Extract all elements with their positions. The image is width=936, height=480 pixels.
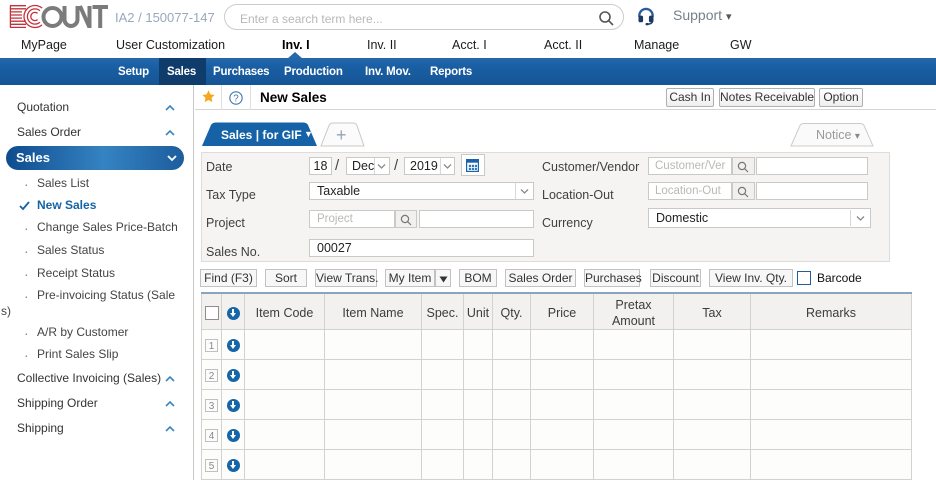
svg-text:?: ? bbox=[233, 93, 239, 104]
